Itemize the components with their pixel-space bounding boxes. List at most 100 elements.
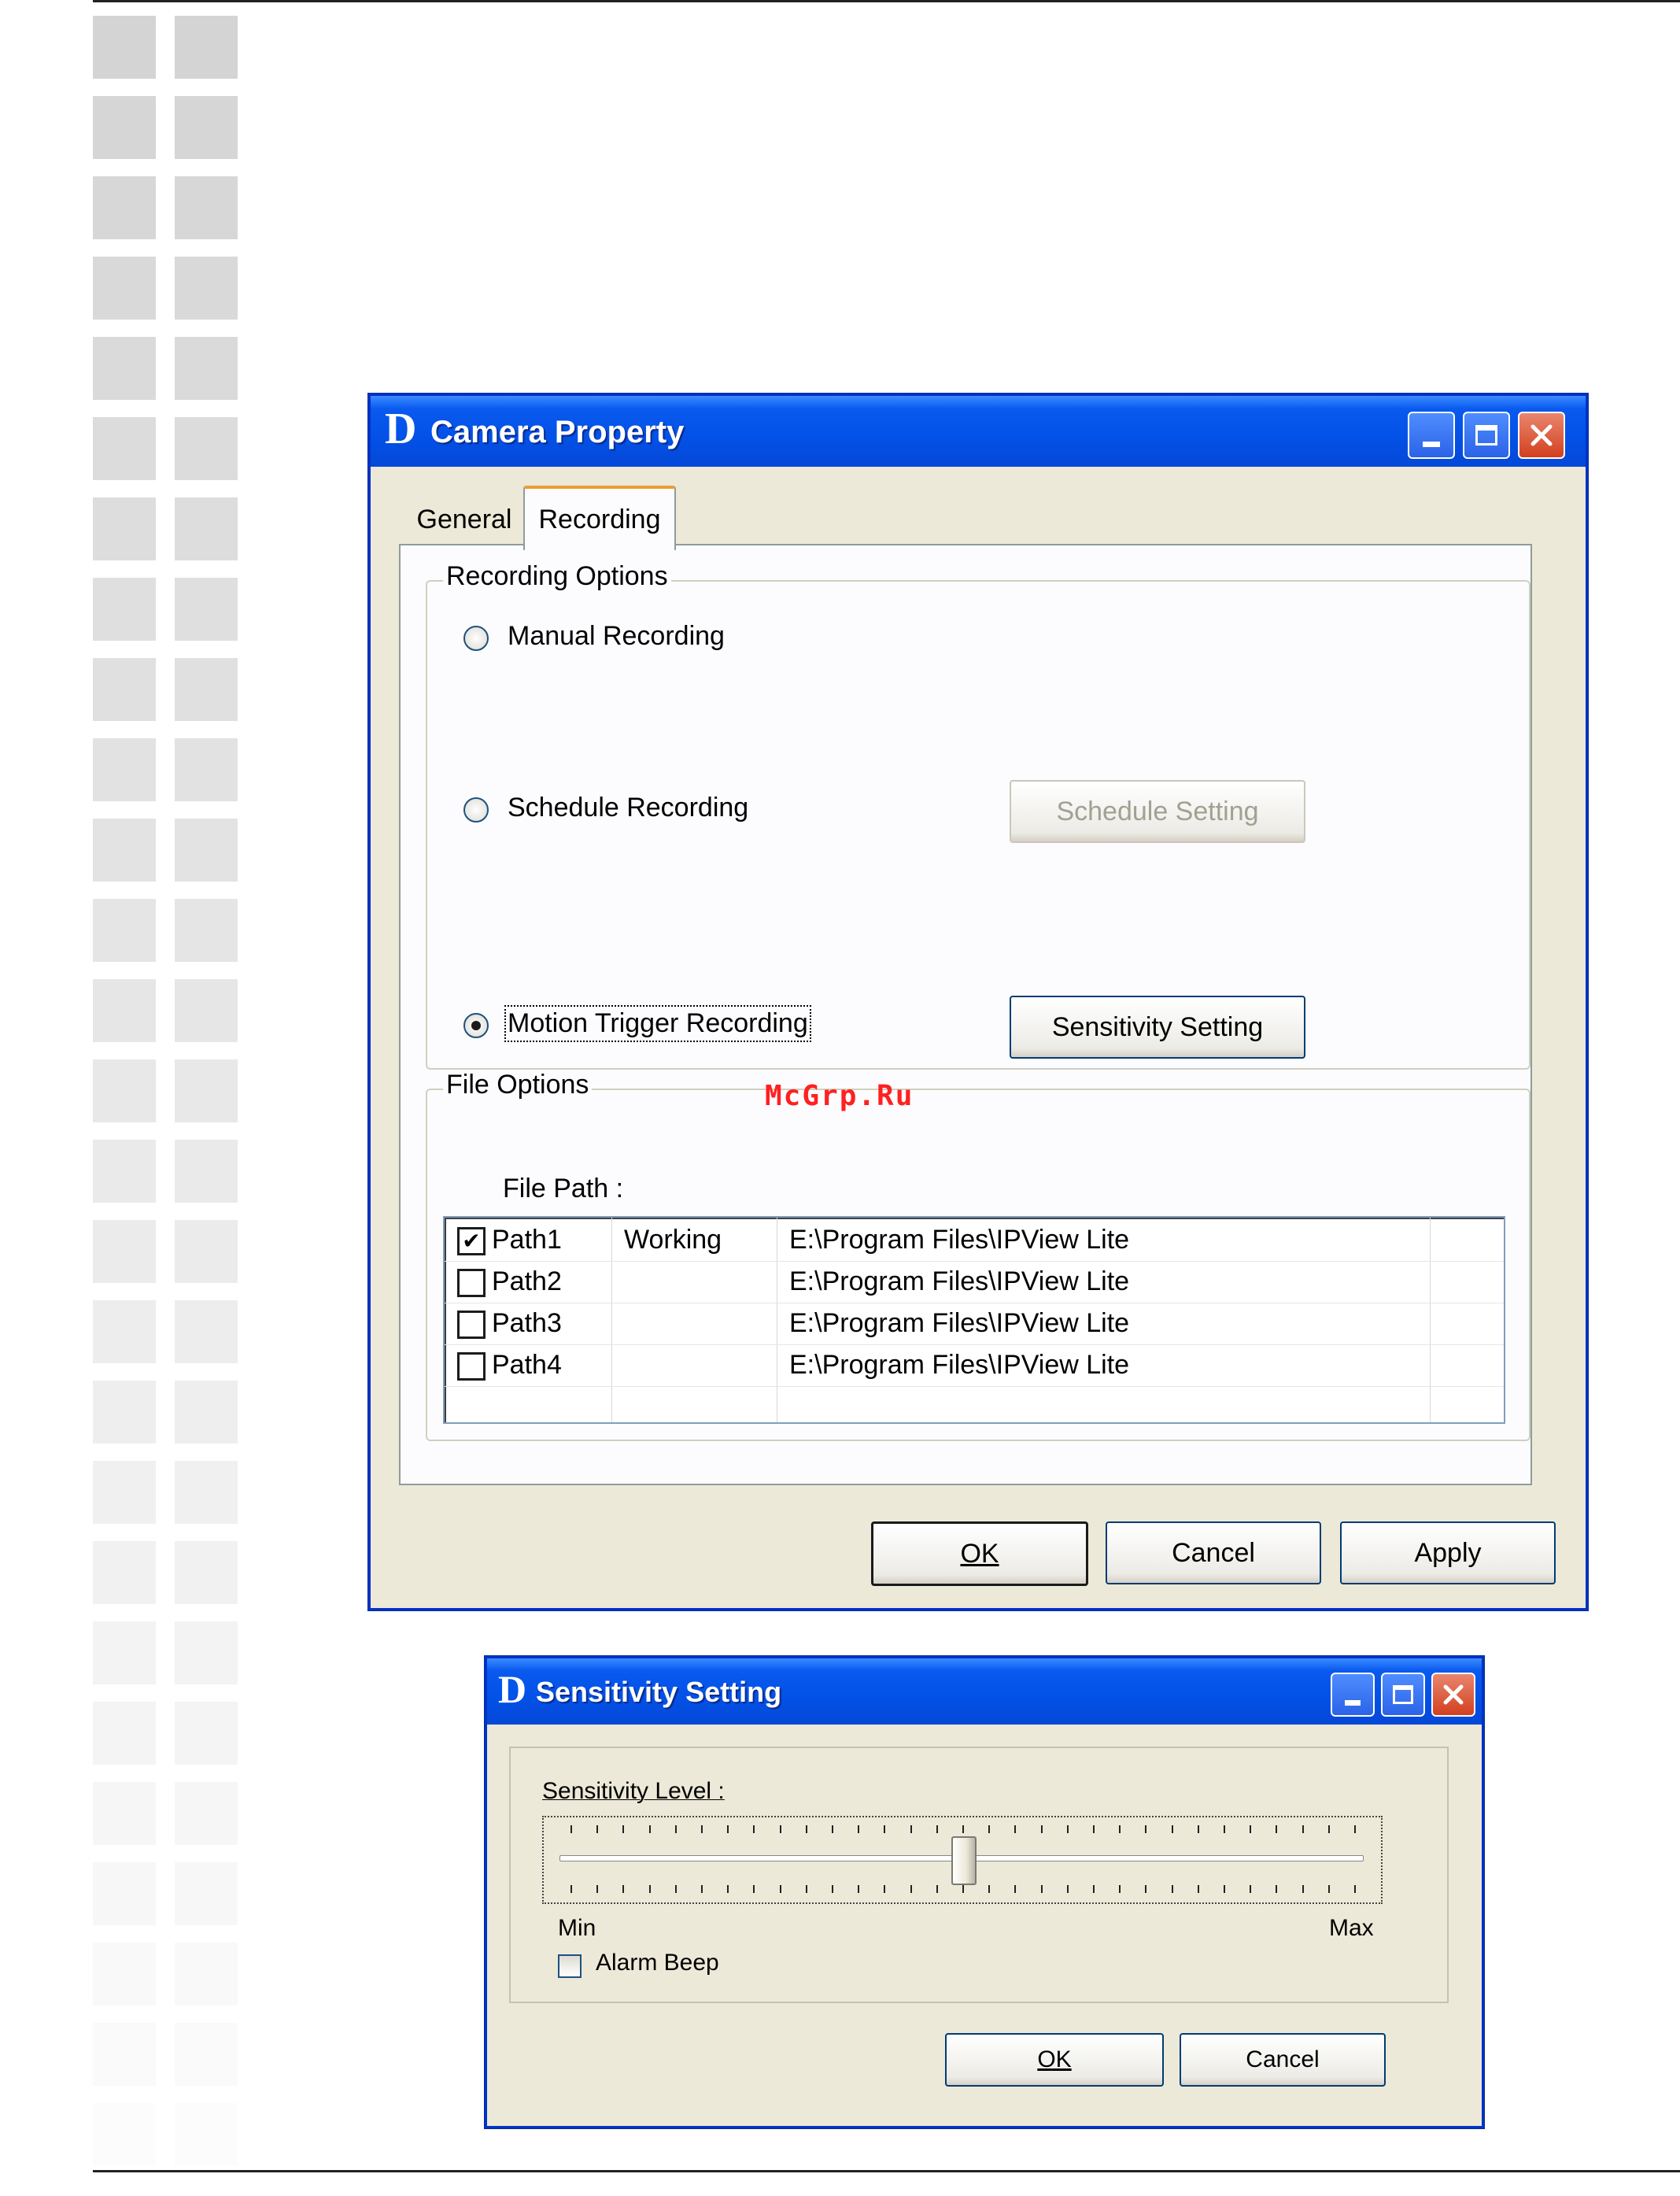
slider-tick — [570, 1825, 572, 1833]
decorative-square — [93, 899, 156, 962]
close-button[interactable] — [1431, 1673, 1475, 1717]
sensitivity-setting-titlebar[interactable]: D Sensitivity Setting — [487, 1658, 1482, 1725]
slider-tick — [1145, 1825, 1147, 1833]
dlink-logo-icon: D — [498, 1667, 527, 1711]
minimize-icon — [1345, 1699, 1361, 1706]
close-button[interactable] — [1518, 412, 1565, 459]
decorative-square — [93, 1702, 156, 1765]
slider-thumb[interactable] — [951, 1836, 977, 1885]
alarm-beep-checkbox[interactable] — [558, 1954, 582, 1978]
decorative-square — [93, 819, 156, 882]
slider-tick — [1197, 1885, 1199, 1893]
camera-property-window: D Camera Property General Recording Reco… — [368, 394, 1588, 1610]
slider-tick — [701, 1825, 703, 1833]
camera-property-titlebar[interactable]: D Camera Property — [371, 396, 1586, 467]
decorative-square — [93, 497, 156, 560]
schedule-recording-radio[interactable] — [463, 797, 489, 823]
motion-trigger-recording-label[interactable]: Motion Trigger Recording — [504, 1005, 811, 1042]
slider-tick — [1302, 1825, 1304, 1833]
decorative-square — [175, 2023, 238, 2086]
sensitivity-setting-client: Sensitivity Level : Min Max Alarm Beep O… — [487, 1725, 1482, 2126]
manual-recording-radio[interactable] — [463, 626, 489, 651]
slider-tick — [884, 1885, 886, 1893]
path-checkbox[interactable]: ✔ — [457, 1227, 486, 1255]
slider-tick — [1040, 1825, 1043, 1833]
recording-options-legend: Recording Options — [443, 561, 671, 592]
slider-tick — [1119, 1885, 1121, 1893]
slider-tick — [753, 1825, 755, 1833]
sensitivity-slider[interactable] — [542, 1816, 1383, 1904]
cancel-button[interactable]: Cancel — [1180, 2033, 1386, 2087]
decorative-square — [93, 738, 156, 801]
slider-tick — [1171, 1885, 1173, 1893]
ok-button[interactable]: OK — [871, 1521, 1088, 1586]
schedule-setting-button[interactable]: Schedule Setting — [1010, 780, 1305, 843]
decorative-square — [175, 1140, 238, 1203]
slider-tick — [1354, 1825, 1356, 1833]
decorative-square — [93, 1461, 156, 1524]
path-checkbox[interactable] — [457, 1352, 486, 1381]
manual-recording-label[interactable]: Manual Recording — [508, 621, 725, 652]
cancel-button[interactable]: Cancel — [1106, 1521, 1321, 1584]
decorative-square — [175, 1782, 238, 1845]
tab-recording[interactable]: Recording — [523, 486, 676, 550]
slider-tick — [1197, 1825, 1199, 1833]
slider-tick — [622, 1885, 625, 1893]
decorative-square — [93, 2103, 156, 2166]
motion-trigger-recording-radio[interactable] — [463, 1013, 489, 1038]
decorative-square — [175, 578, 238, 641]
decorative-square — [175, 1541, 238, 1604]
tab-general[interactable]: General — [405, 494, 523, 545]
slider-tick — [779, 1885, 781, 1893]
min-label: Min — [558, 1915, 596, 1941]
slider-tick — [1327, 1885, 1330, 1893]
decorative-square — [93, 1140, 156, 1203]
decorative-square — [175, 1220, 238, 1283]
slider-tick — [858, 1885, 860, 1893]
slider-tick — [988, 1825, 991, 1833]
slider-tick — [832, 1825, 833, 1833]
decorative-square — [175, 1461, 238, 1524]
decorative-square — [175, 16, 238, 79]
decorative-square — [93, 658, 156, 721]
dlink-logo-icon: D — [385, 405, 417, 453]
maximize-button[interactable] — [1463, 412, 1510, 459]
slider-tick — [1066, 1825, 1069, 1833]
maximize-icon — [1475, 425, 1497, 445]
list-item[interactable]: Path4 E:\Program Files\IPView Lite — [445, 1344, 1504, 1387]
slider-tick — [936, 1885, 938, 1893]
slider-tick — [596, 1885, 599, 1893]
slider-tick — [1171, 1825, 1173, 1833]
decorative-square — [93, 96, 156, 159]
decorative-square — [175, 1862, 238, 1925]
list-item[interactable]: Path2 E:\Program Files\IPView Lite — [445, 1261, 1504, 1303]
sensitivity-level-label: Sensitivity Level : — [542, 1778, 725, 1804]
decorative-square — [175, 899, 238, 962]
file-path-list[interactable]: ✔ Path1 Working E:\Program Files\IPView Lit… — [443, 1216, 1505, 1424]
slider-tick — [1014, 1825, 1017, 1833]
list-item[interactable]: ✔ Path1 Working E:\Program Files\IPView Lit… — [445, 1219, 1504, 1262]
slider-tick — [1327, 1825, 1330, 1833]
list-item[interactable]: Path3 E:\Program Files\IPView Lite — [445, 1303, 1504, 1345]
minimize-button[interactable] — [1408, 412, 1455, 459]
window-title: Camera Property — [430, 415, 685, 449]
slider-tick — [727, 1825, 729, 1833]
alarm-beep-label[interactable]: Alarm Beep — [596, 1950, 719, 1976]
decorative-square — [93, 257, 156, 320]
slider-tick — [1224, 1885, 1225, 1893]
path-checkbox[interactable] — [457, 1311, 486, 1339]
path-checkbox[interactable] — [457, 1269, 486, 1297]
path-name: Path4 — [492, 1350, 562, 1380]
slider-tick — [1276, 1825, 1278, 1833]
ok-button[interactable]: OK — [945, 2033, 1164, 2087]
decorative-square — [175, 819, 238, 882]
schedule-recording-label[interactable]: Schedule Recording — [508, 793, 748, 823]
minimize-button[interactable] — [1331, 1673, 1375, 1717]
file-path-label: File Path : — [503, 1174, 624, 1203]
maximize-button[interactable] — [1381, 1673, 1425, 1717]
slider-tick — [1040, 1885, 1043, 1893]
path-value: E:\Program Files\IPView Lite — [789, 1225, 1130, 1255]
sensitivity-setting-button[interactable]: Sensitivity Setting — [1010, 996, 1305, 1059]
apply-button[interactable]: Apply — [1340, 1521, 1556, 1584]
decorative-square — [175, 1943, 238, 2006]
